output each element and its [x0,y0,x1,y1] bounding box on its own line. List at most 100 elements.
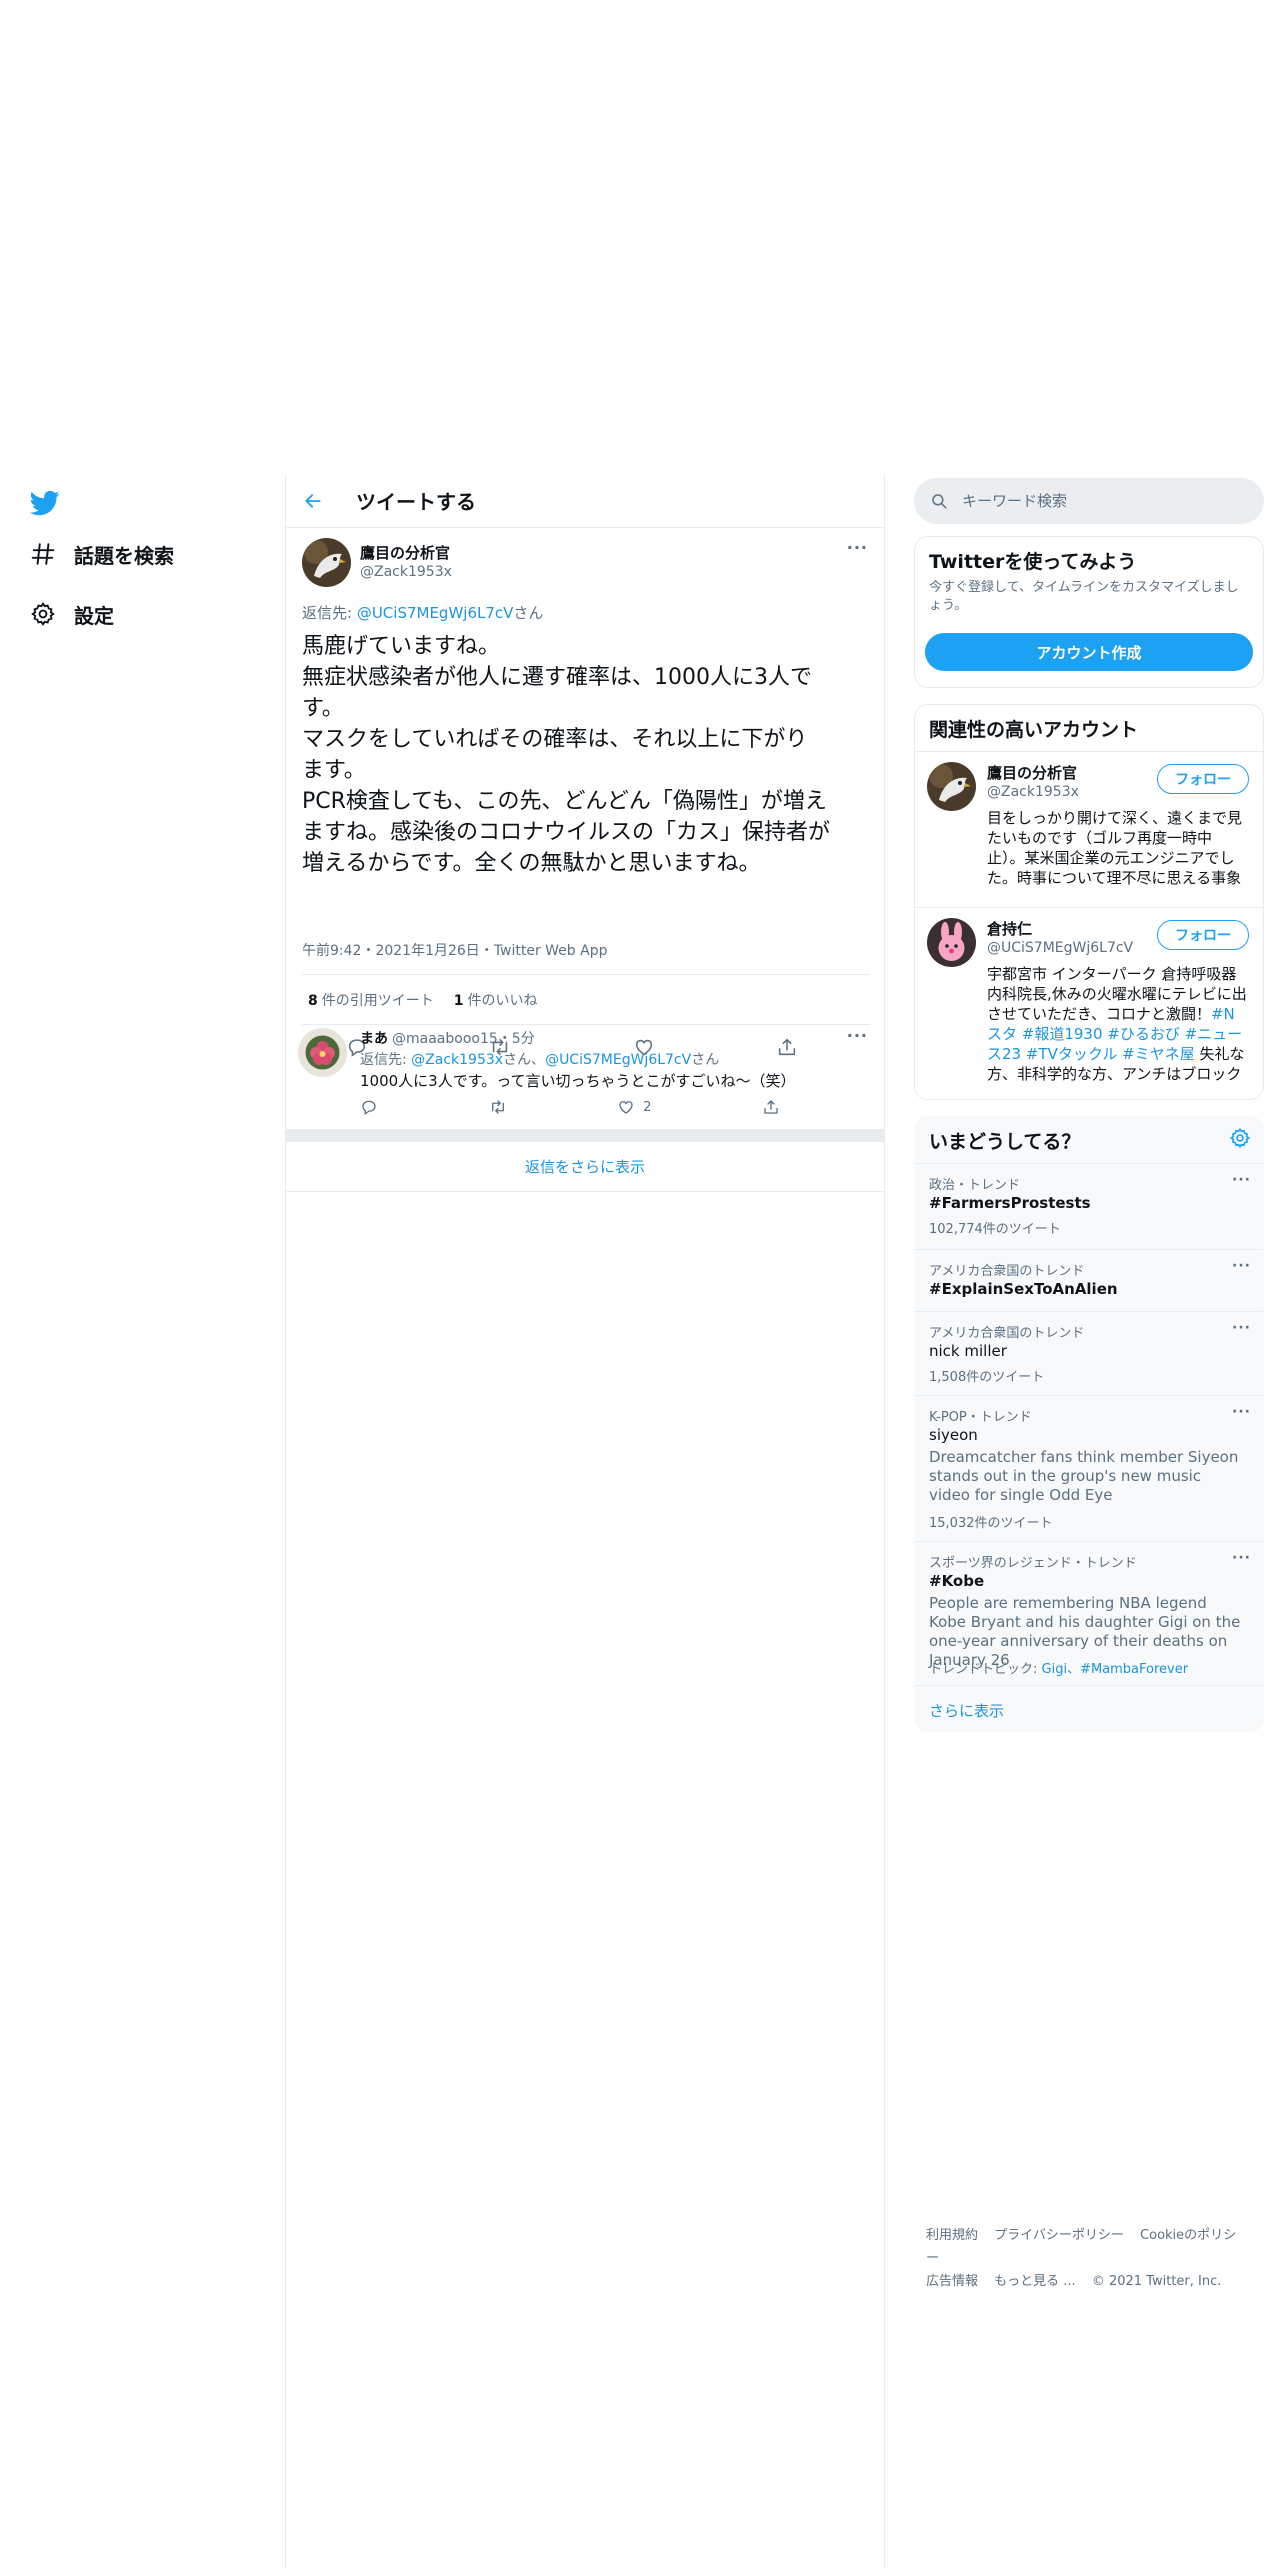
nav-item-label: 話題を検索 [74,543,174,568]
more-options-icon[interactable]: ··· [1232,1258,1251,1274]
trend-item[interactable]: スポーツ界のレジェンド・トレンド #Kobe People are rememb… [915,1541,1263,1685]
nav-item-settings[interactable]: 設定 [28,594,114,634]
gear-icon[interactable] [1229,1127,1251,1153]
account-name[interactable]: 鷹目の分析官 [987,762,1077,783]
follow-button[interactable]: フォロー [1157,920,1249,950]
search-input[interactable] [962,492,1232,510]
trend-name: #Kobe [929,1572,985,1590]
trends-show-more[interactable]: さらに表示 [915,1685,1263,1731]
twitter-bird-icon[interactable] [28,488,62,518]
reply-context: 返信先: @UCiS7MEgWj6L7cVさん [302,602,543,623]
trend-item[interactable]: 政治・トレンド #FarmersProstests 102,774件のツイート … [915,1163,1263,1249]
footer-links: 利用規約 プライバシーポリシー Cookieのポリシー 広告情報 もっと見る .… [926,2224,1256,2293]
trend-name: #FarmersProstests [929,1194,1091,1212]
show-more-replies-link[interactable]: 返信をさらに表示 [286,1142,884,1192]
signup-title: Twitterを使ってみよう [929,551,1137,573]
reply-to-link[interactable]: @UCiS7MEgWj6L7cV [545,1052,691,1068]
author-handle[interactable]: @maaabooo15 [392,1031,498,1047]
divider [302,974,870,975]
reply-icon[interactable] [360,1098,378,1116]
reply-header: まあ @maaabooo15・5分 [360,1028,535,1048]
search-box[interactable] [914,478,1264,524]
more-options-icon[interactable]: ··· [1232,1404,1251,1420]
author-handle[interactable]: @Zack1953x [360,564,452,580]
more-options-icon[interactable]: ··· [847,1026,868,1045]
account-name[interactable]: 倉持仁 [987,918,1032,939]
nav-item-label: 設定 [74,603,114,628]
page-title: ツイートする [356,490,476,514]
footer-link[interactable]: 利用規約 [926,2228,978,2243]
related-accounts-title: 関連性の高いアカウント [929,719,1139,741]
avatar[interactable] [927,762,976,811]
section-divider [286,1130,884,1142]
nav-item-explore[interactable]: 話題を検索 [28,534,174,574]
trends-card: いまどうしてる？ 政治・トレンド #FarmersProstests 102,7… [914,1116,1264,1732]
trend-count: 102,774件のツイート [929,1222,1061,1237]
tweet-stats: 8 件の引用ツイート 1 件のいいね [308,990,538,1010]
trend-name: nick miller [929,1342,1007,1360]
trend-description: Dreamcatcher fans think member Siyeon st… [929,1448,1239,1504]
avatar[interactable] [302,538,351,587]
related-accounts-card: 関連性の高いアカウント 鷹目の分析官 @Zack1953x フォロー 目をしっか… [914,704,1264,1100]
copyright-text: © 2021 Twitter, Inc. [1091,2274,1222,2289]
reply-to-link[interactable]: @UCiS7MEgWj6L7cV [357,604,514,622]
more-options-icon[interactable]: ··· [1232,1550,1251,1566]
create-account-button[interactable]: アカウント作成 [925,633,1253,671]
trend-name: siyeon [929,1426,978,1444]
search-icon [932,494,947,509]
more-options-icon[interactable]: ··· [847,538,868,557]
more-options-icon[interactable]: ··· [1232,1172,1251,1188]
trend-context: アメリカ合衆国のトレンド [929,1264,1085,1279]
share-icon[interactable] [762,1098,780,1116]
author-name[interactable]: まあ [360,1031,388,1047]
tweet-text: 馬鹿げていますね。 無症状感染者が他人に遷す確率は、1000人に3人で す。 マ… [302,634,831,876]
footer-link[interactable]: プライバシーポリシー [994,2228,1124,2243]
likes-stat[interactable]: 1 件のいいね [454,990,538,1010]
account-row[interactable]: 鷹目の分析官 @Zack1953x フォロー 目をしっかり開けて深く、遠くまで見… [915,751,1263,907]
like-heart-icon [619,1101,633,1114]
trend-context: アメリカ合衆国のトレンド [929,1326,1085,1341]
trend-count: 15,032件のツイート [929,1516,1053,1531]
trends-title: いまどうしてる？ [929,1131,1081,1153]
trend-topic-links[interactable]: Gigi、#MambaForever [1042,1662,1189,1677]
trend-item[interactable]: K-POP・トレンド siyeon Dreamcatcher fans thin… [915,1395,1263,1541]
follow-button[interactable]: フォロー [1157,764,1249,794]
account-row[interactable]: 倉持仁 @UCiS7MEgWj6L7cV フォロー 宇都宮市 インターパーク 倉… [915,907,1263,1099]
like-button[interactable]: 2 [617,1098,651,1116]
author-name[interactable]: 鷹目の分析官 [360,542,450,563]
trend-topics: トレンドトピック: Gigi、#MambaForever [929,1662,1189,1677]
footer-link[interactable]: 広告情報 [926,2274,978,2289]
reply-suffix: さん [513,604,544,622]
footer-link[interactable]: もっと見る ... [994,2274,1076,2289]
signup-description: 今すぐ登録して、タイムラインをカスタマイズしましょう。 [929,580,1239,613]
account-handle[interactable]: @Zack1953x [987,784,1079,800]
column-divider [884,474,885,2568]
reply-tweet[interactable]: まあ @maaabooo15・5分 ··· 返信先: @Zack1953xさん、@… [286,1020,884,1130]
retweet-icon[interactable] [489,1098,507,1116]
trend-context: 政治・トレンド [929,1178,1021,1193]
hashtag-icon [28,539,58,569]
trend-name: #ExplainSexToAnAlien [929,1280,1118,1298]
reply-prefix: 返信先: [302,604,357,622]
tweet-timestamp[interactable]: 午前9:42・2021年1月26日・Twitter Web App [302,940,607,960]
gear-icon [28,599,58,629]
main-tweet: 鷹目の分析官 @Zack1953x ··· 返信先: @UCiS7MEgWj6L… [286,528,884,1074]
show-more-link[interactable]: さらに表示 [929,1700,1004,1721]
quote-tweets-stat[interactable]: 8 件の引用ツイート [308,990,434,1010]
trend-item[interactable]: アメリカ合衆国のトレンド #ExplainSexToAnAlien ··· [915,1249,1263,1311]
reply-context: 返信先: @Zack1953xさん、@UCiS7MEgWj6L7cVさん [360,1052,720,1068]
account-handle[interactable]: @UCiS7MEgWj6L7cV [987,940,1133,956]
reply-to-link[interactable]: @Zack1953x [411,1052,503,1068]
tweet-action-bar: 2 [360,1098,780,1116]
signup-card: Twitterを使ってみよう 今すぐ登録して、タイムラインをカスタマイズしましょ… [914,536,1264,688]
reply-time[interactable]: ・5分 [498,1031,535,1047]
trend-item[interactable]: アメリカ合衆国のトレンド nick miller 1,508件のツイート ··· [915,1311,1263,1395]
more-options-icon[interactable]: ··· [1232,1320,1251,1336]
avatar[interactable] [927,918,976,967]
back-arrow-icon[interactable] [298,486,328,516]
trend-context: K-POP・トレンド [929,1410,1032,1425]
tweet-detail-column: ツイートする 鷹目の分析官 @Zack1953x ··· 返信先: @UCiS7… [286,474,884,1074]
page-header: ツイートする [286,474,884,528]
avatar[interactable] [298,1028,347,1077]
trend-context: スポーツ界のレジェンド・トレンド [929,1556,1137,1571]
